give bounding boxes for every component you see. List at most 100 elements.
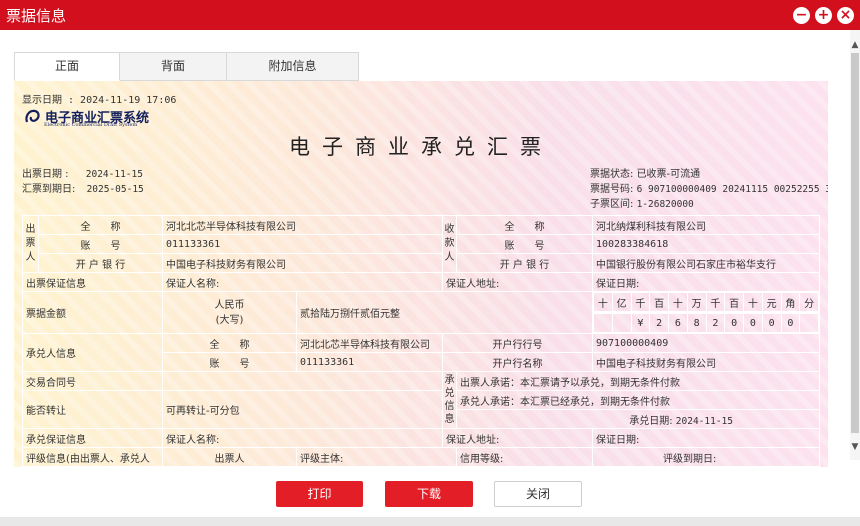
rating-due-label: 评级到期日: — [592, 447, 820, 467]
amount-digit-value: ¥ — [630, 313, 651, 333]
amount-digit-header: 角 — [780, 292, 801, 312]
bank-name-label: 开户行名称 — [442, 352, 593, 372]
tab-back[interactable]: 背面 — [120, 52, 227, 81]
due-date-label: 汇票到期日: — [22, 184, 76, 195]
drawer-promise: 出票人承诺：本汇票请予以承兑，到期无条件付款 — [456, 371, 820, 391]
scroll-up-icon[interactable]: ▲ — [850, 40, 860, 50]
tab-front[interactable]: 正面 — [14, 52, 120, 81]
minimize-icon[interactable]: − — [793, 6, 810, 24]
acceptor-name: 河北北芯半导体科技有限公司 — [296, 333, 443, 353]
acceptor-label: 承兑人信息 — [22, 333, 163, 372]
transfer-value: 可再转让-可分包 — [162, 390, 443, 429]
amount-digit-value: 0 — [724, 313, 744, 333]
bottom-bar — [0, 517, 860, 526]
amount-digit-value: 0 — [761, 313, 782, 333]
drawer-label: 出票人 — [22, 215, 39, 273]
amount-digit-value — [611, 313, 632, 333]
maximize-icon[interactable]: + — [815, 6, 832, 24]
tab-bar: 正面 背面 附加信息 — [14, 52, 359, 81]
vertical-scrollbar[interactable]: ▲ ▼ — [850, 30, 860, 460]
amount-digit-header: 十 — [668, 292, 688, 312]
amount-digit-header: 百 — [724, 292, 744, 312]
amount-upper: 贰拾陆万捌仟贰佰元整 — [296, 291, 593, 334]
payee-label: 收款人 — [442, 215, 457, 273]
accept-info-label: 承兑信息 — [442, 371, 457, 429]
sub-range: 1-26820000 — [636, 199, 694, 210]
amount-digit-header: 万 — [686, 292, 707, 312]
drawer-guarantor-name-label: 保证人名称: — [162, 272, 443, 292]
number-label: 票据号码: — [590, 184, 634, 195]
accept-date-label: 承兑日期: — [629, 415, 673, 427]
download-button[interactable]: 下载 — [385, 481, 473, 507]
acceptor-name-label: 全 称 — [162, 333, 297, 353]
digit-value-cell: ¥2 6 8 2 0 0 0 0 — [592, 312, 820, 334]
drawer-guarantee-label: 出票保证信息 — [22, 272, 163, 292]
amount-digit-value: 2 — [649, 313, 669, 333]
bill-status-block: 票据状态: 已收票-可流通 票据号码: 6 907100000409 20241… — [590, 167, 828, 212]
drawer-name: 河北北芯半导体科技有限公司 — [162, 215, 443, 235]
amount-digit-value — [799, 313, 819, 333]
amount-currency-label: 人民币 (大写) — [162, 291, 297, 334]
drawer-bank: 中国电子科技财务有限公司 — [162, 253, 443, 273]
amount-digit-header: 千 — [630, 292, 651, 312]
scroll-down-icon[interactable]: ▼ — [850, 442, 860, 452]
drawer-guarantor-addr-label: 保证人地址: — [442, 272, 593, 292]
bank-no-label: 开户行行号 — [442, 333, 593, 353]
amount-digit-value: 8 — [686, 313, 707, 333]
bill-dates: 出票日期 : 2024-11-15 汇票到期日: 2025-05-15 — [22, 167, 144, 197]
payee-account-label: 账 号 — [456, 234, 593, 254]
amount-digit-value: 0 — [743, 313, 763, 333]
status-value: 已收票-可流通 — [636, 169, 701, 180]
drawer-bank-label: 开 户 银 行 — [38, 253, 163, 273]
amount-digit-header: 亿 — [611, 292, 632, 312]
amount-digit-value: 0 — [780, 313, 801, 333]
drawer-guarantee-date-label: 保证日期: — [592, 272, 820, 292]
tab-additional[interactable]: 附加信息 — [227, 52, 359, 81]
accept-guarantor-addr-label: 保证人地址: — [442, 428, 593, 448]
amount-label: 票据金额 — [22, 291, 163, 334]
transfer-label: 能否转让 — [22, 390, 163, 429]
amount-digit-header: 百 — [649, 292, 669, 312]
digit-header-cell: 十亿千百十万千百十元角分 — [592, 291, 820, 313]
bank-no: 907100000409 — [592, 333, 820, 353]
bill-table: 出票人 全 称 河北北芯半导体科技有限公司 收款人 全 称 河北纳煤利科技有限公… — [22, 215, 820, 467]
accept-guarantee-label: 承兑保证信息 — [22, 428, 163, 448]
acceptor-account: 011133361 — [296, 352, 443, 372]
amount-digit-value: 2 — [705, 313, 726, 333]
bill-number: 6 907100000409 20241115 00252255 3 — [636, 184, 828, 195]
close-icon[interactable]: × — [837, 6, 854, 24]
payee-bank: 中国银行股份有限公司石家庄市裕华支行 — [592, 253, 820, 273]
close-button[interactable]: 关闭 — [494, 481, 582, 507]
accept-date-cell: 承兑日期: 2024-11-15 — [456, 409, 820, 429]
ecds-logo: 电子商业汇票系统 Electronic Commercial Draft Sys… — [24, 107, 149, 128]
drawer-name-label: 全 称 — [38, 215, 163, 235]
print-button[interactable]: 打印 — [276, 481, 363, 507]
issue-date: 2024-11-15 — [85, 169, 143, 180]
drawer-account-label: 账 号 — [38, 234, 163, 254]
bill-title: 电子商业承兑汇票 — [289, 135, 553, 159]
amount-digit-header: 十 — [593, 292, 613, 312]
payee-bank-label: 开 户 银 行 — [456, 253, 593, 273]
contract-label: 交易合同号 — [22, 371, 163, 391]
contract-value — [162, 371, 443, 391]
title-bar: 票据信息 − + × — [0, 0, 860, 30]
accept-date: 2024-11-15 — [675, 415, 733, 427]
amount-digit-value: 6 — [668, 313, 688, 333]
dialog-footer: 打印 下载 关闭 — [0, 467, 860, 517]
amount-digit-header: 元 — [761, 292, 782, 312]
acceptor-promise: 承兑人承诺：本汇票已经承兑，到期无条件付款 — [456, 390, 820, 410]
payee-name-label: 全 称 — [456, 215, 593, 235]
amount-digit-header: 分 — [799, 292, 819, 312]
issue-date-label: 出票日期 : — [22, 169, 69, 180]
rating-label: 评级信息(由出票人、承兑人 — [22, 447, 163, 467]
acceptor-account-label: 账 号 — [162, 352, 297, 372]
bill-info-window: 票据信息 − + × 正面 背面 附加信息 显示日期 : 2024-11-19 … — [0, 0, 860, 526]
status-label: 票据状态: — [590, 169, 634, 180]
accept-guarantor-name-label: 保证人名称: — [162, 428, 443, 448]
payee-name: 河北纳煤利科技有限公司 — [592, 215, 820, 235]
amount-digit-header: 十 — [743, 292, 763, 312]
rating-level-label: 信用等级: — [456, 447, 593, 467]
scroll-thumb[interactable] — [851, 53, 859, 433]
ecds-logo-icon — [25, 109, 40, 122]
range-label: 子票区间: — [590, 199, 634, 210]
